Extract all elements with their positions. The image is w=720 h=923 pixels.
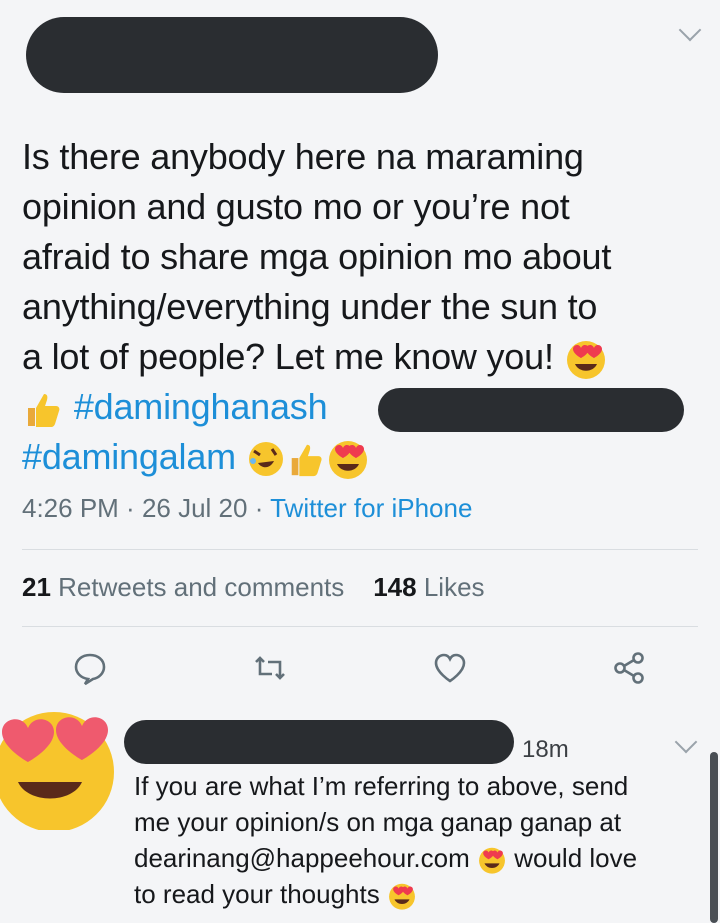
avatar[interactable] bbox=[0, 702, 128, 830]
comment-icon[interactable] bbox=[72, 650, 108, 686]
reply-time: 18m bbox=[522, 736, 569, 763]
reply-line-4-wrap: to read your thoughts bbox=[134, 876, 704, 912]
tweet-line-7: #damingalam bbox=[22, 432, 712, 482]
tweet-line-5-wrap: a lot of people? Let me know you! bbox=[22, 332, 712, 382]
tweet-line-1: Is there anybody here na maraming bbox=[22, 136, 584, 177]
divider-bottom bbox=[22, 626, 698, 627]
heart-eyes-emoji-icon-3 bbox=[479, 847, 505, 874]
meta-separator: · bbox=[118, 493, 142, 523]
tweet-source-link[interactable]: Twitter for iPhone bbox=[270, 493, 472, 523]
chevron-down-icon[interactable] bbox=[678, 18, 702, 42]
rofl-emoji-icon bbox=[248, 442, 283, 477]
retweets-stat[interactable]: 21 Retweets and comments bbox=[22, 572, 344, 602]
hashtag-daminghanash[interactable]: #daminghanash bbox=[74, 386, 328, 427]
retweets-count: 21 bbox=[22, 572, 51, 602]
reply-line-1: If you are what I’m referring to above, … bbox=[134, 771, 629, 801]
heart-eyes-emoji-icon-4 bbox=[388, 883, 415, 910]
redacted-mention bbox=[378, 388, 684, 432]
divider-top bbox=[22, 549, 698, 550]
reply-email: dearinang@happeehour.com bbox=[134, 843, 470, 873]
likes-stat[interactable]: 148 Likes bbox=[373, 572, 484, 602]
redacted-reply-username bbox=[124, 720, 514, 764]
likes-label: Likes bbox=[423, 572, 485, 602]
scrollbar[interactable] bbox=[710, 752, 718, 923]
share-icon[interactable] bbox=[612, 650, 648, 686]
tweet-line-5: a lot of people? Let me know you! bbox=[22, 336, 554, 377]
tweet-line-2: opinion and gusto mo or you’re not bbox=[22, 186, 570, 227]
tweet-date: 26 Jul 20 bbox=[141, 493, 248, 523]
reply-line-3: dearinang@happeehour.com would love bbox=[134, 840, 704, 876]
tweet-line-4: anything/everything under the sun to bbox=[22, 286, 598, 327]
reply-line-2: me your opinion/s on mga ganap ganap at bbox=[134, 807, 622, 837]
thumbs-up-emoji-icon bbox=[28, 394, 60, 428]
thumbs-up-emoji-icon-2 bbox=[291, 445, 322, 477]
heart-eyes-emoji-icon bbox=[566, 341, 605, 380]
heart-icon[interactable] bbox=[432, 650, 468, 686]
heart-eyes-emoji-icon-2 bbox=[328, 441, 367, 480]
reply-line-4: to read your thoughts bbox=[134, 879, 380, 909]
retweet-icon[interactable] bbox=[252, 650, 288, 686]
meta-separator-2: · bbox=[247, 493, 271, 523]
redacted-username bbox=[26, 17, 438, 93]
reply-body: If you are what I’m referring to above, … bbox=[134, 768, 704, 912]
tweet-line-3: afraid to share mga opinion mo about bbox=[22, 236, 612, 277]
tweet-stats: 21 Retweets and comments 148 Likes bbox=[22, 572, 485, 603]
tweet-meta: 4:26 PM · 26 Jul 20 · Twitter for iPhone bbox=[22, 493, 472, 524]
likes-count: 148 bbox=[373, 572, 417, 602]
tweet-time: 4:26 PM bbox=[22, 493, 119, 523]
hashtag-damingalam[interactable]: #damingalam bbox=[22, 436, 236, 477]
reply-line-3-tail: would love bbox=[514, 843, 638, 873]
retweets-label: Retweets and comments bbox=[58, 572, 345, 602]
